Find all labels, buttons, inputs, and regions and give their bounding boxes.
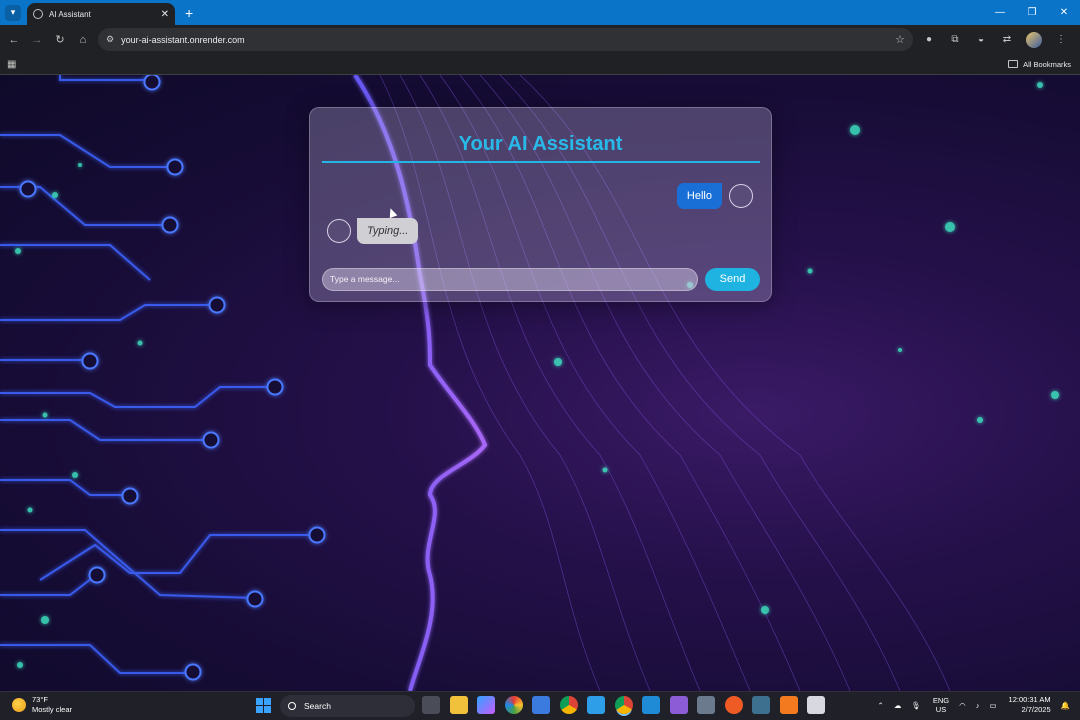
chat-title: Your AI Assistant [458,133,623,155]
browser-toolbar: ← → ↻ ⌂ ⚙ your-ai-assistant.onrender.com… [0,25,1080,54]
search-label: Search [304,701,331,711]
tab-list-icon[interactable]: ▾ [5,4,21,21]
new-tab-icon[interactable]: + [185,6,193,20]
workbench-icon[interactable] [752,696,770,714]
window-controls: — ❐ ✕ [984,0,1080,25]
clock[interactable]: 12:00:31 AM 2/7/2025 [1009,695,1051,715]
weather-widget[interactable]: 73°F Mostly clear [12,695,72,715]
star-icon[interactable]: ☆ [895,33,905,46]
profile-icon[interactable] [1026,31,1042,48]
bot-avatar [327,219,351,243]
apps-icon[interactable]: ▦ [7,59,16,70]
notepad-icon[interactable] [587,696,605,714]
incognito-icon[interactable]: ◒ [968,29,994,51]
mic-icon[interactable]: ● [916,29,942,51]
snipping-tool-icon[interactable] [807,696,825,714]
vscode-icon[interactable] [642,696,660,714]
bot-message-bubble: Typing... [357,218,419,244]
clock-date: 2/7/2025 [1021,705,1051,714]
database-icon[interactable] [697,696,715,714]
tab-title: AI Assistant [49,9,91,19]
pinned-apps [422,696,835,714]
user-message-bubble: Hello [676,183,722,209]
all-bookmarks-label: All Bookmarks [1023,59,1071,69]
store-icon[interactable] [532,696,550,714]
url-text[interactable]: your-ai-assistant.onrender.com [121,35,895,45]
tab-strip: ▾ AI Assistant ✕ + — ❐ ✕ [0,0,1080,25]
send-button[interactable]: Send [705,267,760,291]
onedrive-icon[interactable]: ☁ [894,701,902,710]
close-window-button[interactable]: ✕ [1048,0,1080,25]
clock-time: 12:00:31 AM [1008,695,1051,704]
chat-window: Your AI Assistant Hello Typing... Send [309,107,772,302]
battery-icon[interactable]: ▭ [989,701,996,710]
back-icon[interactable]: ← [3,29,25,51]
windows-taskbar: 73°F Mostly clear Search ⌃ ☁ 🎙 ENG US ◠ … [0,691,1080,720]
weather-icon [12,698,26,712]
language-indicator[interactable]: ENG US [933,696,949,714]
postman-icon[interactable] [724,696,743,714]
copilot-icon[interactable] [477,696,495,714]
page-viewport: Your AI Assistant Hello Typing... Send [0,75,1080,691]
translate-icon[interactable]: ⇄ [994,29,1020,51]
bookmarks-bar: ▦ All Bookmarks [0,54,1080,75]
extensions-icon[interactable]: ⧉ [942,29,968,51]
bot-message: Typing... [327,218,419,244]
maximize-button[interactable]: ❐ [1016,0,1048,25]
user-avatar [729,184,753,208]
all-bookmarks-button[interactable]: All Bookmarks [1008,60,1071,69]
search-icon [288,702,296,710]
toolbar-actions: ● ⧉ ◒ ⇄ ⋮ [916,28,1074,51]
minimize-button[interactable]: — [984,0,1016,25]
message-composer: Send [322,267,760,291]
reload-icon[interactable]: ↻ [49,29,71,51]
xampp-icon[interactable] [779,696,798,714]
close-icon[interactable]: ✕ [161,9,169,20]
weather-condition: Mostly clear [32,705,73,714]
windows-start-icon[interactable] [256,698,271,713]
wifi-icon[interactable]: ◠ [959,701,966,710]
message-input[interactable] [322,267,698,291]
taskbar-search[interactable]: Search [280,695,415,717]
mic-tray-icon[interactable]: 🎙 [911,701,921,710]
user-message: Hello [676,183,753,209]
system-tray: ⌃ ☁ 🎙 ENG US ◠ ♪ ▭ 12:00:31 AM 2/7/2025 … [868,695,1070,715]
chrome-icon[interactable] [559,696,578,714]
home-icon[interactable]: ⌂ [72,29,94,51]
file-explorer-icon[interactable] [449,696,468,714]
address-bar[interactable]: ⚙ your-ai-assistant.onrender.com ☆ [98,28,913,51]
volume-icon[interactable]: ♪ [976,701,980,710]
menu-icon[interactable]: ⋮ [1048,29,1074,51]
notification-icon[interactable]: 🔔 [1061,701,1070,710]
site-info-icon[interactable]: ⚙ [106,34,114,45]
chrome-active-icon[interactable] [614,696,633,714]
favicon-icon [33,9,43,19]
forward-icon[interactable]: → [26,29,48,51]
language-code: ENG [932,696,950,705]
chevron-up-icon[interactable]: ⌃ [878,701,884,710]
region-code: US [935,705,947,714]
photos-icon[interactable] [504,696,523,714]
title-divider [322,161,760,163]
visual-studio-icon[interactable] [669,696,688,714]
weather-temperature: 73°F [32,695,48,704]
folder-icon [1008,60,1019,68]
browser-tab[interactable]: AI Assistant ✕ [27,3,175,25]
task-view-icon[interactable] [422,696,440,714]
